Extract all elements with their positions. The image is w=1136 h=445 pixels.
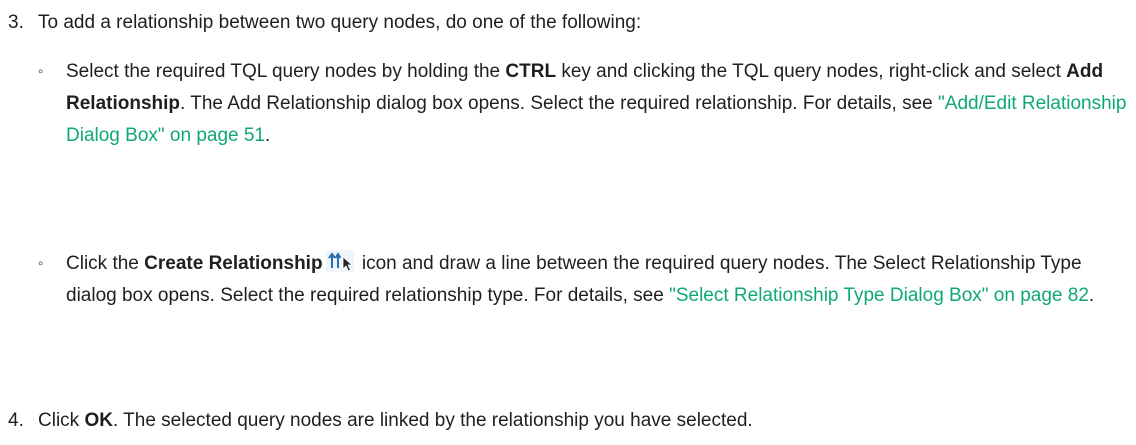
step-number: 3. bbox=[8, 12, 24, 33]
create-relationship-icon bbox=[325, 249, 355, 273]
create-relationship-term: Create Relationship bbox=[144, 253, 323, 274]
text-segment: . The selected query nodes are linked by… bbox=[112, 410, 753, 431]
text-segment: . bbox=[265, 125, 271, 146]
text-segment: . bbox=[1088, 285, 1095, 306]
text-segment: key and clicking the TQL query nodes, ri… bbox=[556, 61, 1067, 82]
step-text: Click OK. The selected query nodes are l… bbox=[38, 410, 753, 432]
option-1-text: Select the required TQL query nodes by h… bbox=[66, 56, 1136, 152]
text-segment: Click the bbox=[66, 253, 145, 274]
ctrl-key: CTRL bbox=[505, 61, 557, 82]
option-2-text: Click the Create Relationship icon and d… bbox=[66, 248, 1136, 312]
text-segment: . The Add Relationship dialog box opens.… bbox=[180, 93, 939, 114]
ok-term: OK bbox=[84, 410, 113, 431]
select-relationship-type-link[interactable]: "Select Relationship Type Dialog Box" on… bbox=[669, 285, 1089, 306]
text-segment: Select the required TQL query nodes by h… bbox=[66, 61, 506, 82]
step-number: 4. bbox=[8, 410, 24, 431]
step-text: To add a relationship between two query … bbox=[38, 12, 642, 33]
bullet: ◦ bbox=[38, 63, 44, 80]
bullet: ◦ bbox=[38, 255, 44, 272]
text-segment: Click bbox=[38, 410, 85, 431]
